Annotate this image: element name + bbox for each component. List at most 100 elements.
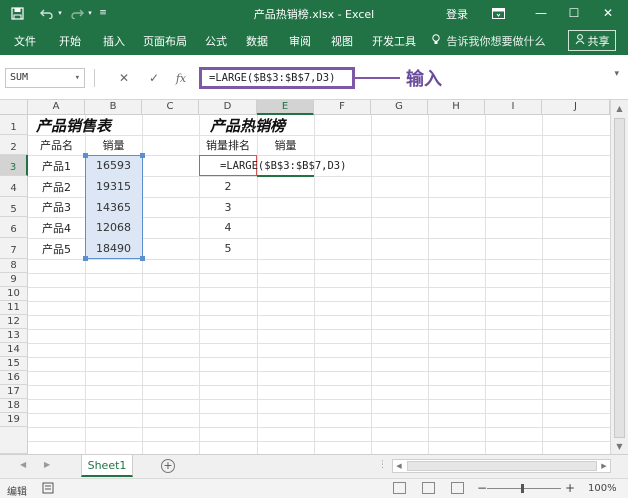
name-box[interactable]: SUM ▾ xyxy=(5,68,85,88)
expand-formula-bar-icon[interactable]: ▾ xyxy=(614,69,619,79)
tab-formulas[interactable]: 公式 xyxy=(205,33,227,49)
gridline xyxy=(428,115,429,454)
zoom-slider-knob[interactable] xyxy=(521,484,524,493)
splitter-icon[interactable]: ⋮ xyxy=(378,460,387,470)
row-header-6[interactable]: 6 xyxy=(0,217,28,238)
table-cell-product[interactable]: 产品4 xyxy=(28,217,85,238)
row-header-7[interactable]: 7 xyxy=(0,238,28,259)
add-sheet-button[interactable]: + xyxy=(161,459,175,473)
table-cell-sales[interactable]: 14365 xyxy=(85,197,142,217)
row-header-12[interactable]: 12 xyxy=(0,315,28,329)
column-header-h[interactable]: H xyxy=(428,100,485,115)
chevron-down-icon[interactable]: ▾ xyxy=(75,69,80,87)
horizontal-scrollbar[interactable]: ◀ ▶ xyxy=(392,459,611,473)
table-cell-product[interactable]: 产品1 xyxy=(28,155,85,176)
gridline xyxy=(28,357,610,358)
page-layout-view-icon[interactable] xyxy=(422,482,435,494)
scroll-up-icon[interactable]: ▲ xyxy=(611,100,628,116)
tab-insert[interactable]: 插入 xyxy=(103,33,125,49)
column-header-f[interactable]: F xyxy=(314,100,371,115)
table-cell-sales[interactable]: 16593 xyxy=(85,155,142,176)
close-button[interactable]: ✕ xyxy=(597,3,619,23)
worksheet-grid[interactable]: A B C D E F G H I J 1 2 3 4 5 6 7 8 9 10… xyxy=(0,100,628,454)
column-header-j[interactable]: J xyxy=(542,100,610,115)
tab-view[interactable]: 视图 xyxy=(331,33,353,49)
table-cell-product[interactable]: 产品5 xyxy=(28,238,85,259)
page-break-view-icon[interactable] xyxy=(451,482,464,494)
tab-data[interactable]: 数据 xyxy=(246,33,268,49)
tab-page-layout[interactable]: 页面布局 xyxy=(143,33,187,49)
formula-input[interactable]: =LARGE($B$3:$B$7,D3) xyxy=(199,67,355,89)
zoom-out-button[interactable]: − xyxy=(477,481,487,495)
normal-view-icon[interactable] xyxy=(393,482,406,494)
table-cell-rank[interactable]: 3 xyxy=(199,197,257,217)
share-button[interactable]: 共享 xyxy=(568,30,616,51)
sales-table-title[interactable]: 产品销售表 xyxy=(36,115,146,135)
zoom-in-button[interactable]: + xyxy=(565,481,575,495)
scroll-thumb[interactable] xyxy=(614,118,625,438)
hot-sales-title[interactable]: 产品热销榜 xyxy=(210,115,320,135)
table-cell-product[interactable]: 产品3 xyxy=(28,197,85,217)
row-header-10[interactable]: 10 xyxy=(0,287,28,301)
tab-developer[interactable]: 开发工具 xyxy=(372,33,416,49)
table-cell-sales[interactable]: 19315 xyxy=(85,176,142,197)
tab-file[interactable]: 文件 xyxy=(14,33,36,49)
column-header-a[interactable]: A xyxy=(28,100,85,115)
tab-home[interactable]: 开始 xyxy=(59,33,81,49)
insert-function-icon[interactable]: fx xyxy=(172,69,190,87)
scroll-down-icon[interactable]: ▼ xyxy=(611,438,628,454)
column-header-g[interactable]: G xyxy=(371,100,428,115)
row-header-1[interactable]: 1 xyxy=(0,115,28,135)
scroll-right-icon[interactable]: ▶ xyxy=(598,460,610,472)
column-header-b[interactable]: B xyxy=(85,100,142,115)
zoom-slider[interactable] xyxy=(487,488,561,489)
macro-record-icon[interactable] xyxy=(42,482,54,497)
table-cell-sales[interactable]: 18490 xyxy=(85,238,142,259)
column-header-d[interactable]: D xyxy=(199,100,257,115)
editing-cell-formula[interactable]: =LARGE($B$3:$B$7,D3) xyxy=(220,155,346,176)
table-cell-rank[interactable]: 5 xyxy=(199,238,257,259)
row-header-15[interactable]: 15 xyxy=(0,357,28,371)
header-rank[interactable]: 销量排名 xyxy=(199,135,257,155)
row-header-13[interactable]: 13 xyxy=(0,329,28,343)
column-header-e[interactable]: E xyxy=(257,100,314,115)
column-header-i[interactable]: I xyxy=(485,100,542,115)
row-header-5[interactable]: 5 xyxy=(0,197,28,217)
zoom-level[interactable]: 100% xyxy=(588,483,617,494)
table-cell-sales[interactable]: 12068 xyxy=(85,217,142,238)
sheet-tab-sheet1[interactable]: Sheet1 xyxy=(81,455,133,477)
row-header-17[interactable]: 17 xyxy=(0,385,28,399)
login-link[interactable]: 登录 xyxy=(446,6,468,22)
tell-me-search[interactable]: 告诉我你想要做什么 xyxy=(432,33,546,49)
row-header-8[interactable]: 8 xyxy=(0,259,28,273)
gridline xyxy=(28,427,610,428)
row-header-2[interactable]: 2 xyxy=(0,135,28,155)
vertical-scrollbar[interactable]: ▲ ▼ xyxy=(610,100,628,454)
prev-sheet-icon[interactable]: ◀ xyxy=(20,460,26,469)
row-header-3[interactable]: 3 xyxy=(0,155,28,176)
column-header-c[interactable]: C xyxy=(142,100,199,115)
row-header-11[interactable]: 11 xyxy=(0,301,28,315)
row-header-9[interactable]: 9 xyxy=(0,273,28,287)
maximize-button[interactable]: ☐ xyxy=(563,3,585,23)
table-cell-product[interactable]: 产品2 xyxy=(28,176,85,197)
table-cell-rank[interactable]: 2 xyxy=(199,176,257,197)
header-sales[interactable]: 销量 xyxy=(85,135,142,155)
scroll-thumb[interactable] xyxy=(407,461,597,471)
row-header-14[interactable]: 14 xyxy=(0,343,28,357)
header-product[interactable]: 产品名 xyxy=(28,135,85,155)
row-header-16[interactable]: 16 xyxy=(0,371,28,385)
table-cell-rank[interactable]: 4 xyxy=(199,217,257,238)
header-sales-rank[interactable]: 销量 xyxy=(257,135,314,155)
minimize-button[interactable]: — xyxy=(530,3,552,23)
select-all-corner[interactable] xyxy=(0,100,28,115)
row-header-18[interactable]: 18 xyxy=(0,399,28,413)
enter-icon[interactable]: ✓ xyxy=(145,69,163,87)
tab-review[interactable]: 审阅 xyxy=(289,33,311,49)
ribbon-display-icon[interactable] xyxy=(487,3,509,23)
scroll-left-icon[interactable]: ◀ xyxy=(393,460,405,472)
cancel-icon[interactable]: ✕ xyxy=(115,69,133,87)
row-header-4[interactable]: 4 xyxy=(0,176,28,197)
row-header-19[interactable]: 19 xyxy=(0,413,28,427)
next-sheet-icon[interactable]: ▶ xyxy=(44,460,50,469)
